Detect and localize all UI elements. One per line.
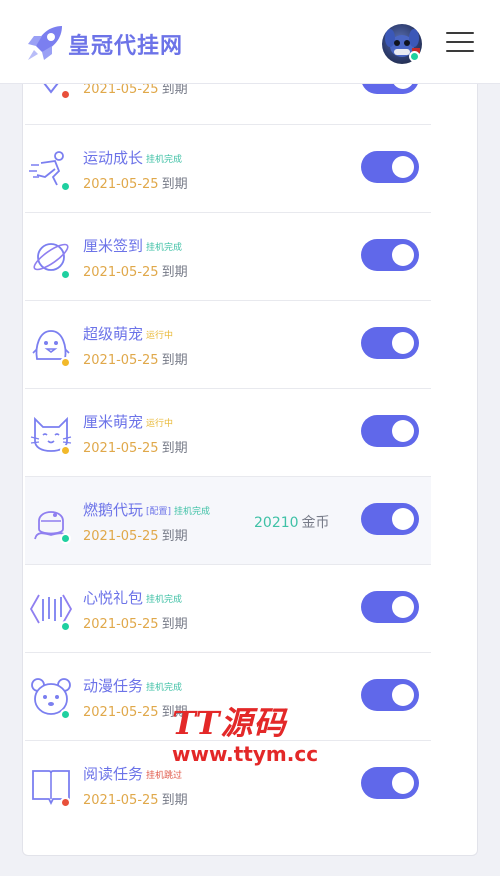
- rocket-icon[interactable]: [24, 22, 66, 64]
- task-toggle[interactable]: [361, 503, 419, 535]
- status-dot-yellow: [60, 445, 71, 456]
- task-title[interactable]: 超级萌宠 运行中: [83, 323, 173, 344]
- expire-label: 到期: [161, 793, 188, 808]
- status-dot-green: [60, 621, 71, 632]
- expire-line: 2021-05-25 到期: [83, 349, 188, 368]
- expire-line: 2021-05-25 到期: [83, 261, 188, 280]
- task-name: 超级萌宠: [83, 325, 144, 343]
- task-name: 厘米萌宠: [83, 413, 144, 431]
- expire-date: 2021-05-25: [83, 617, 159, 632]
- task-status-tag: 挂机完成: [146, 595, 183, 605]
- task-title[interactable]: 动漫任务 挂机完成: [83, 675, 182, 696]
- site-watermark: TT源码 www.ttym.cc: [172, 698, 322, 770]
- expire-date: 2021-05-25: [83, 441, 159, 456]
- task-title[interactable]: 心悦礼包 挂机完成: [83, 587, 182, 608]
- coin-unit: 金币: [301, 515, 330, 531]
- expire-date: 2021-05-25: [83, 177, 159, 192]
- online-status-dot: [409, 51, 420, 62]
- task-name: 燃鹅代玩: [83, 501, 144, 519]
- task-status-tag: 挂机跳过: [146, 771, 183, 781]
- task-toggle[interactable]: [361, 151, 419, 183]
- hamburger-menu-icon[interactable]: [446, 32, 474, 54]
- expire-line: 2021-05-25 到期: [83, 437, 188, 456]
- expire-date: 2021-05-25: [83, 353, 159, 368]
- status-dot-yellow: [60, 357, 71, 368]
- status-dot-green: [60, 269, 71, 280]
- task-row: 厘米签到 挂机完成 2021-05-25 到期: [25, 213, 431, 301]
- watermark-url: www.ttym.cc: [172, 742, 319, 766]
- task-row-highlighted: 燃鹅代玩 [配置] 挂机完成 2021-05-25 到期 20210 金币: [25, 477, 431, 565]
- task-row-partial: 2021-05-25 到期: [25, 84, 431, 125]
- expire-date: 2021-05-25: [83, 793, 159, 808]
- task-name: 动漫任务: [83, 677, 144, 695]
- expire-date: 2021-05-25: [83, 705, 159, 720]
- coin-amount: 20210: [254, 515, 299, 531]
- top-navbar: 皇冠代挂网: [0, 0, 500, 84]
- expire-line: 2021-05-25 到期: [83, 173, 188, 192]
- task-status-tag: 挂机完成: [146, 155, 183, 165]
- status-dot-green: [60, 709, 71, 720]
- task-title[interactable]: 厘米签到 挂机完成: [83, 235, 182, 256]
- status-dot-red: [60, 797, 71, 808]
- task-toggle[interactable]: [361, 239, 419, 271]
- task-title[interactable]: 燃鹅代玩 [配置] 挂机完成: [83, 499, 210, 520]
- expire-line: 2021-05-25 到期: [83, 525, 188, 544]
- task-status-tag: 挂机完成: [174, 507, 211, 517]
- expire-label: 到期: [161, 353, 188, 368]
- task-name: 心悦礼包: [83, 589, 144, 607]
- task-config-link[interactable]: [配置]: [146, 507, 171, 517]
- status-dot-green: [60, 533, 71, 544]
- expire-date: 2021-05-25: [83, 529, 159, 544]
- expire-date: 2021-05-25: [83, 84, 159, 97]
- task-name: 厘米签到: [83, 237, 144, 255]
- expire-label: 到期: [161, 84, 188, 97]
- task-status-tag: 运行中: [146, 419, 174, 429]
- task-row: 心悦礼包 挂机完成 2021-05-25 到期: [25, 565, 431, 653]
- task-toggle[interactable]: [361, 591, 419, 623]
- coin-balance: 20210 金币: [254, 512, 330, 532]
- expire-line: 2021-05-25 到期: [83, 789, 188, 808]
- task-status-tag: 运行中: [146, 331, 174, 341]
- task-status-tag: 挂机完成: [146, 243, 183, 253]
- status-dot-green: [60, 181, 71, 192]
- task-toggle[interactable]: [361, 327, 419, 359]
- task-status-tag: 挂机完成: [146, 683, 183, 693]
- expire-label: 到期: [161, 177, 188, 192]
- expire-date: 2021-05-25: [83, 265, 159, 280]
- task-name: 阅读任务: [83, 765, 144, 783]
- expire-label: 到期: [161, 529, 188, 544]
- brand-title[interactable]: 皇冠代挂网: [68, 28, 183, 60]
- expire-label: 到期: [161, 617, 188, 632]
- task-row: 厘米萌宠 运行中 2021-05-25 到期: [25, 389, 431, 477]
- task-toggle[interactable]: [361, 767, 419, 799]
- expire-line: 2021-05-25 到期: [83, 613, 188, 632]
- task-toggle[interactable]: [361, 415, 419, 447]
- task-toggle[interactable]: [361, 679, 419, 711]
- watermark-logo-text: TT源码: [172, 704, 287, 742]
- task-toggle[interactable]: [361, 84, 419, 94]
- task-title[interactable]: 厘米萌宠 运行中: [83, 411, 173, 432]
- status-dot-red: [60, 89, 71, 100]
- task-title[interactable]: 运动成长 挂机完成: [83, 147, 182, 168]
- expire-label: 到期: [161, 265, 188, 280]
- task-name: 运动成长: [83, 149, 144, 167]
- task-row: 运动成长 挂机完成 2021-05-25 到期: [25, 125, 431, 213]
- expire-line: 2021-05-25 到期: [83, 84, 188, 97]
- task-row: 超级萌宠 运行中 2021-05-25 到期: [25, 301, 431, 389]
- task-title[interactable]: 阅读任务 挂机跳过: [83, 763, 182, 784]
- expire-label: 到期: [161, 441, 188, 456]
